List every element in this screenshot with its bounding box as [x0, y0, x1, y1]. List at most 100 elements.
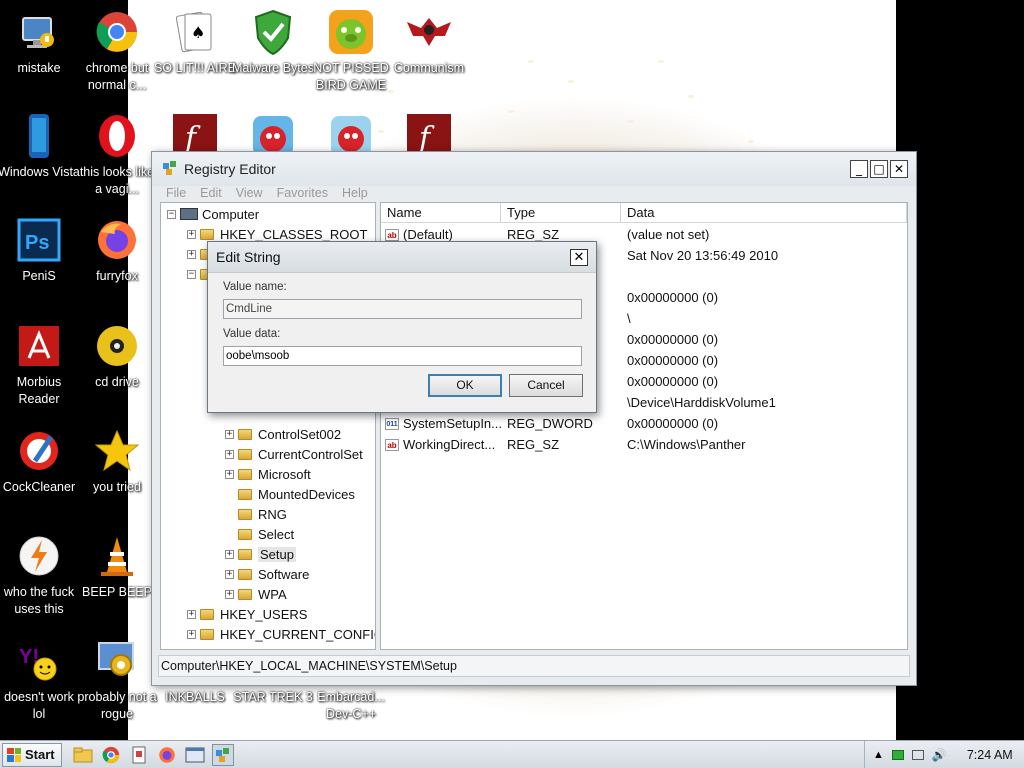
- start-button[interactable]: Start: [2, 742, 62, 767]
- expand-icon[interactable]: +: [225, 589, 234, 599]
- window-icon[interactable]: [184, 744, 206, 766]
- window-titlebar[interactable]: Registry Editor _ □ ✕: [152, 152, 916, 186]
- desktop-icon-you-tried[interactable]: you tried: [78, 427, 156, 496]
- desktop-icon-label: CockCleaner: [2, 480, 76, 494]
- tree-item-hkey-current-config[interactable]: + HKEY_CURRENT_CONFIG: [187, 624, 375, 644]
- maximize-button[interactable]: □: [870, 160, 888, 178]
- tree-item-rng[interactable]: RNG: [225, 504, 287, 524]
- desktop-icon-chrome[interactable]: chrome but normal c...: [78, 8, 156, 94]
- value-name-field: CmdLine: [223, 299, 582, 319]
- column-header-name[interactable]: Name: [381, 203, 501, 222]
- expand-icon[interactable]: +: [225, 469, 234, 479]
- folder-icon: [200, 608, 214, 620]
- folder-icon: [238, 468, 252, 480]
- desktop-icon-label: BEEP BEEP: [82, 585, 152, 599]
- firefox-icon: [93, 216, 141, 264]
- tree-item-currentcontrolset[interactable]: + CurrentControlSet: [225, 444, 363, 464]
- string-value-icon: ab: [385, 438, 399, 451]
- tree-item-controlset002[interactable]: + ControlSet002: [225, 424, 341, 444]
- value-name-label: Value name:: [223, 281, 287, 293]
- clock[interactable]: 7:24 AM: [967, 748, 1013, 762]
- tree-item-wpa[interactable]: + WPA: [225, 584, 287, 604]
- expand-icon[interactable]: +: [187, 229, 196, 239]
- dialog-title: Edit String: [216, 249, 281, 265]
- green-pig-icon: [327, 8, 375, 56]
- ok-button[interactable]: OK: [428, 374, 502, 397]
- chrome-icon[interactable]: [100, 744, 122, 766]
- desktop-icon-cockcleaner[interactable]: CockCleaner: [0, 427, 78, 496]
- desktop-icon-lightning[interactable]: who the fuck uses this: [0, 532, 78, 618]
- expand-icon[interactable]: +: [225, 569, 234, 579]
- tree-item-software[interactable]: + Software: [225, 564, 309, 584]
- sesame-seed: [658, 60, 664, 63]
- tree-item-hkey-users[interactable]: + HKEY_USERS: [187, 604, 307, 624]
- desktop-icon-opera[interactable]: this looks like a vagi...: [78, 112, 156, 198]
- dialog-close-button[interactable]: ✕: [570, 249, 588, 266]
- close-button[interactable]: ✕: [890, 160, 908, 178]
- minimize-button[interactable]: _: [850, 160, 868, 178]
- yahoo-messenger-icon: Y!: [15, 637, 63, 685]
- value-data-input[interactable]: oobe\msoob: [223, 346, 582, 366]
- expand-icon[interactable]: +: [187, 609, 196, 619]
- desktop-icon-beep-beep[interactable]: BEEP BEEP: [78, 532, 156, 601]
- tree-item-setup[interactable]: + Setup: [225, 544, 296, 564]
- desktop-icon-furryfox[interactable]: furryfox: [78, 216, 156, 285]
- speaker-icon[interactable]: 🔊: [932, 748, 947, 762]
- chevron-up-icon[interactable]: ▲: [873, 749, 884, 761]
- edit-string-dialog[interactable]: Edit String ✕ Value name: CmdLine Value …: [207, 241, 597, 413]
- expand-icon[interactable]: +: [225, 429, 234, 439]
- column-header-type[interactable]: Type: [501, 203, 621, 222]
- desktop-icon-mistake[interactable]: mistake: [0, 8, 78, 77]
- desktop-icon-label: this looks like a vagi...: [79, 165, 155, 196]
- desktop-icon-probably-not-a-rogue[interactable]: probably not a rogue: [77, 637, 157, 723]
- column-header-data[interactable]: Data: [621, 203, 907, 222]
- desktop-icon-bird-game[interactable]: NOT PISSED BIRD GAME: [312, 8, 390, 94]
- folder-icon[interactable]: [72, 744, 94, 766]
- firefox-icon[interactable]: [156, 744, 178, 766]
- tree-item-microsoft[interactable]: + Microsoft: [225, 464, 311, 484]
- tree-item-mounteddevices[interactable]: MountedDevices: [225, 484, 355, 504]
- sesame-seed: [628, 120, 634, 123]
- monitor-icon[interactable]: [911, 749, 924, 760]
- sesame-seed: [568, 80, 574, 83]
- desktop-icon-penis[interactable]: Ps PeniS: [0, 216, 78, 285]
- folder-icon: [238, 568, 252, 580]
- gear-monitor-icon: [93, 637, 141, 685]
- expand-icon[interactable]: +: [225, 549, 234, 559]
- desktop-icon-malwarebytes[interactable]: Malware Bytes: [232, 8, 314, 77]
- collapse-icon[interactable]: −: [187, 269, 196, 279]
- desktop-icon-communism[interactable]: Communism: [390, 8, 468, 77]
- taskbar: Start ▲ 🔊 7:24 AM: [0, 740, 1024, 768]
- folder-icon: [238, 488, 252, 500]
- folder-icon: [238, 428, 252, 440]
- desktop-icon-cd-drive[interactable]: cd drive: [78, 322, 156, 391]
- phone-icon: [15, 112, 63, 160]
- photoshop-icon: Ps: [15, 216, 63, 264]
- expand-icon[interactable]: +: [225, 449, 234, 459]
- sesame-seed: [508, 110, 514, 113]
- desktop-icon-label: STAR TREK 3: [233, 690, 313, 704]
- network-icon[interactable]: [891, 749, 904, 760]
- cancel-button[interactable]: Cancel: [509, 374, 583, 397]
- dialog-body: Value name: CmdLine Value data: oobe\mso…: [208, 272, 596, 412]
- regedit-icon[interactable]: [211, 743, 234, 766]
- dialog-titlebar[interactable]: Edit String: [208, 242, 596, 272]
- registry-editor-window[interactable]: Registry Editor _ □ ✕ File Edit View Fav…: [151, 151, 917, 686]
- list-item[interactable]: 011 SystemSetupIn... REG_DWORD 0x00000000…: [381, 413, 907, 434]
- tree-item-select[interactable]: Select: [225, 524, 294, 544]
- expand-icon[interactable]: +: [187, 629, 196, 639]
- desktop-icon-solitaire[interactable]: ♠ SO LIT!!! AIRE: [154, 8, 236, 77]
- folder-icon: [200, 628, 214, 640]
- list-item[interactable]: ab WorkingDirect... REG_SZ C:\Windows\Pan…: [381, 434, 907, 455]
- desktop-icon-label: SO LIT!!! AIRE: [154, 61, 236, 75]
- desktop-icon-label: Communism: [393, 61, 465, 75]
- desktop-icon-morbius-reader[interactable]: Morbius Reader: [0, 322, 78, 408]
- notepad-icon[interactable]: [128, 744, 150, 766]
- sesame-seed: [528, 60, 534, 63]
- tree-item-computer[interactable]: − Computer: [167, 204, 259, 224]
- expand-icon[interactable]: +: [187, 249, 196, 259]
- desktop-icon-windows-vista[interactable]: Windows Vista: [0, 112, 80, 181]
- desktop-icon-yahoo[interactable]: Y! doesn't work lol: [0, 637, 78, 723]
- collapse-icon[interactable]: −: [167, 209, 176, 219]
- svg-text:Ps: Ps: [25, 232, 49, 254]
